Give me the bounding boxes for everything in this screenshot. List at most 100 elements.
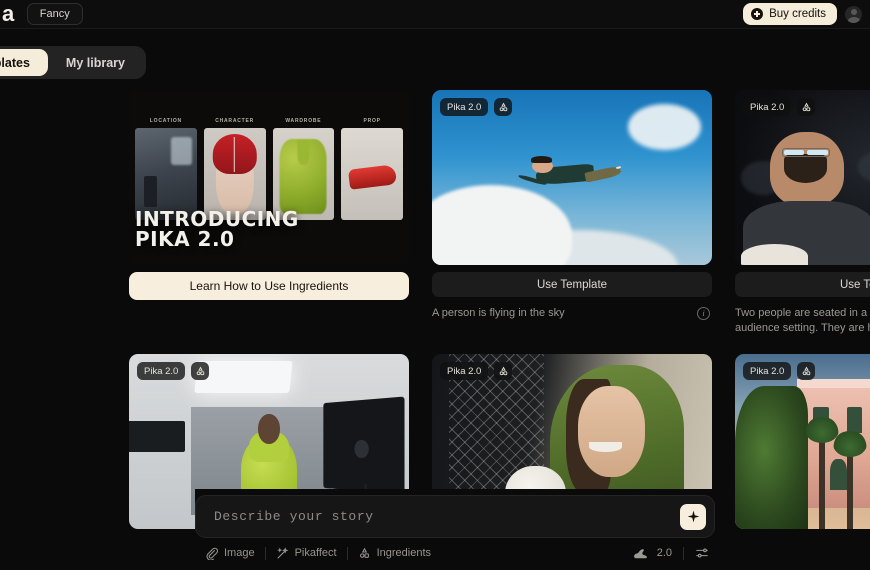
ingredient-thumb-strip: LOCATION CHARACTER WARDROBE PROP [129,118,409,220]
ingredient-character: CHARACTER [203,118,266,220]
paperclip-icon [206,547,218,560]
foliage-left [735,385,808,529]
prompt-composer: Image Pikaffect Ingredients [195,489,715,568]
model-version-selector[interactable]: 2.0 [633,547,683,560]
card-media[interactable]: Pika 2.0 [735,90,870,265]
model-badge: Pika 2.0 [137,362,186,380]
popcorn-tub [740,244,808,265]
cloud-large [432,184,572,265]
villa-window [846,406,863,433]
grid-card-offscreen-b [0,354,106,529]
promo-artwork: LOCATION CHARACTER WARDROBE PROP INTRODU… [129,90,409,265]
prompt-input[interactable] [214,509,680,524]
ingredient-label-prop: PROP [363,118,381,124]
grid-card-offscreen-a [0,90,106,336]
ingredients-icon[interactable] [797,98,816,116]
ingredient-label-wardrobe: WARDROBE [285,118,322,124]
softbox-right-light [323,395,405,495]
card-media[interactable]: Pika 2.0 [735,354,870,529]
card-badges: Pika 2.0 [440,98,513,116]
ingredients-label: Ingredients [376,547,432,559]
model-version-label: 2.0 [656,547,672,559]
model-badge: Pika 2.0 [440,98,489,116]
settings-button[interactable] [684,546,709,560]
ingredients-button[interactable]: Ingredients [348,543,441,563]
ingredient-prop: PROP [341,118,403,220]
prompt-input-box[interactable] [195,495,715,538]
card-media[interactable] [0,90,106,265]
man-head [769,132,844,207]
card-badges: Pika 2.0 [440,362,513,380]
palm-tree [805,417,839,529]
ingredients-icon[interactable] [191,362,210,380]
flying-scene-artwork [432,90,712,265]
plus-circle-icon [751,8,764,20]
flying-person-figure [516,156,628,192]
ingredients-icon[interactable] [494,98,513,116]
template-grid: LOCATION CHARACTER WARDROBE PROP INTRODU… [0,90,870,529]
model-badge: Pika 2.0 [743,98,792,116]
use-template-button[interactable]: Use Template [735,272,870,297]
magic-wand-icon [276,546,288,558]
villa-scene-artwork [735,354,870,529]
green-coat [279,139,327,215]
ingredients-icon[interactable] [494,362,513,380]
promo-headline: INTRODUCING PIKA 2.0 [135,209,299,249]
girl-smile [588,441,623,452]
glasses-lens [784,150,805,156]
card-badges: Pika 2.0 [743,362,816,380]
pikaffect-button[interactable]: Pikaffect [266,543,347,563]
mode-pill-fancy[interactable]: Fancy [26,3,83,25]
attach-image-label: Image [224,547,255,559]
card-badges: Pika 2.0 [137,362,210,380]
ingredient-wardrobe: WARDROBE [272,118,335,220]
character-red-hair [212,133,257,174]
palm-tree [833,431,867,529]
sparkle-icon [687,510,699,523]
figure-shoe [615,165,622,170]
tab-templates[interactable]: Templates [0,49,48,76]
ingredient-location: LOCATION [135,118,197,220]
ingredient-label-location: LOCATION [149,118,182,124]
card-theater-couple: Pika 2.0 Use Template Two people are sea… [735,90,870,336]
man-glasses [782,148,830,158]
card-caption: Two people are seated in a darkened thea… [735,306,870,336]
generate-button[interactable] [680,503,706,530]
pikaffect-label: Pikaffect [294,547,337,559]
caption-text: Two people are seated in a darkened thea… [735,307,870,334]
toolbar-right: 2.0 [633,546,709,560]
model-badge: Pika 2.0 [743,362,792,380]
view-tabs: Templates My library [0,46,146,79]
model-badge: Pika 2.0 [440,362,489,380]
card-media[interactable] [0,354,106,529]
info-icon[interactable]: i [697,307,710,320]
use-template-button[interactable]: Use Template [432,272,712,297]
pika-logo[interactable]: a [2,3,14,25]
buy-credits-button[interactable]: Buy credits [743,3,837,25]
person-head [257,413,281,444]
ingredients-icon[interactable] [797,362,816,380]
cloud-small [628,104,701,150]
card-caption: A person is flying in the sky i [432,306,712,321]
card-flying-person: Pika 2.0 Use Template A person is flying… [432,90,712,336]
card-pink-villa: Pika 2.0 [735,354,870,529]
promo-media[interactable]: LOCATION CHARACTER WARDROBE PROP INTRODU… [129,90,409,265]
prompt-toolbar: Image Pikaffect Ingredients 2.0 [195,538,715,568]
card-pika2-promo: LOCATION CHARACTER WARDROBE PROP INTRODU… [129,90,409,336]
user-avatar-icon[interactable] [845,5,862,23]
pika-app-window: a Fancy Buy credits Templates My library [0,0,870,570]
learn-ingredients-button[interactable]: Learn How to Use Ingredients [129,272,409,300]
sliders-icon [696,548,708,558]
card-media[interactable]: Pika 2.0 [432,90,712,265]
top-bar: a Fancy Buy credits [0,0,870,29]
tab-my-library[interactable]: My library [48,49,143,76]
attach-image-button[interactable]: Image [201,543,265,563]
villa-arch [830,458,847,490]
man-beard [784,154,828,183]
pika-rabbit-icon [633,548,647,558]
caption-text: A person is flying in the sky [432,307,565,319]
theater-scene-artwork [735,90,870,265]
promo-headline-line2: PIKA 2.0 [135,227,235,251]
buy-credits-label: Buy credits [769,8,826,20]
ingredients-icon [359,547,369,558]
